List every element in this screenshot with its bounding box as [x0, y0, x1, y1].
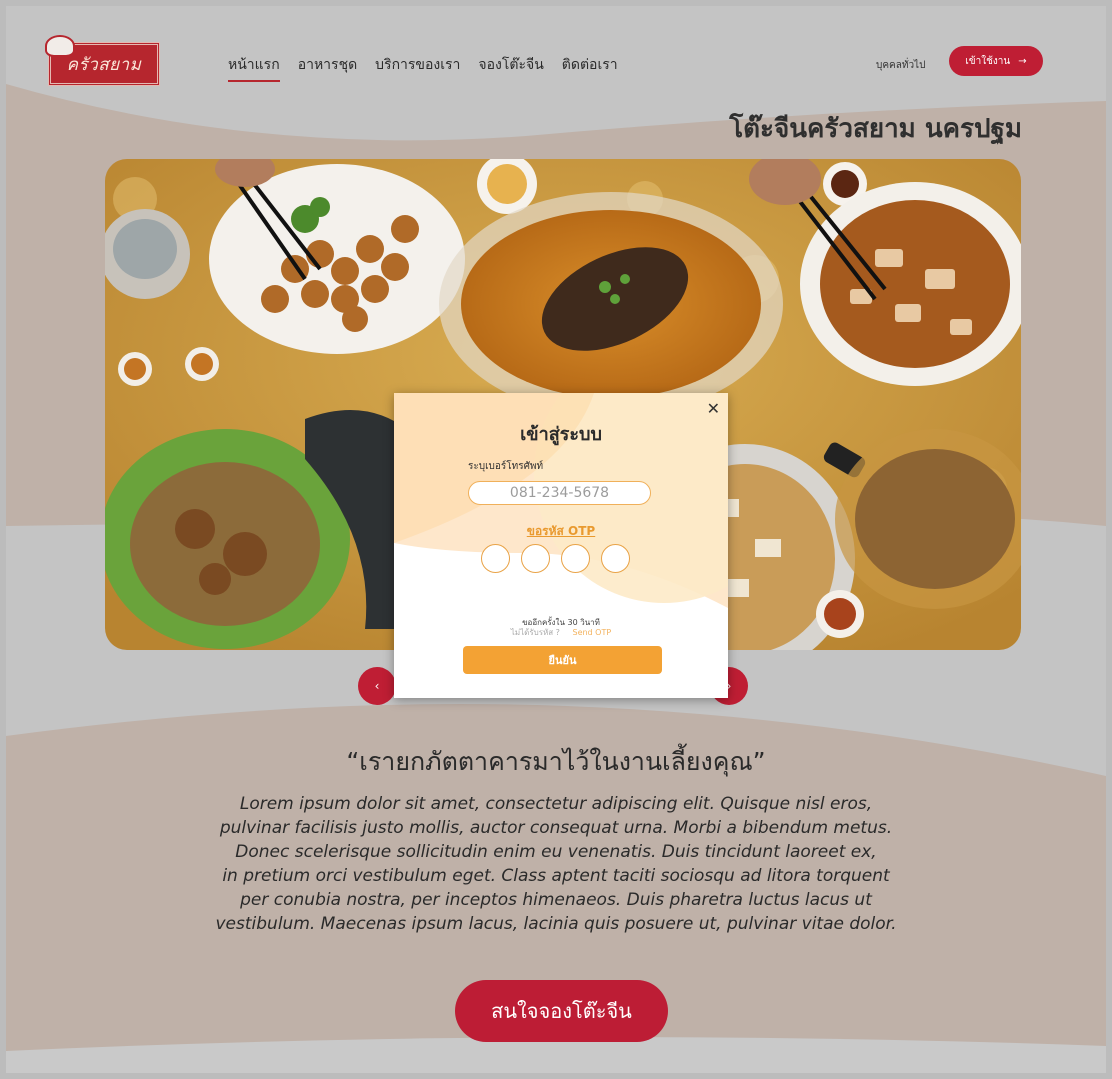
guest-link[interactable]: บุคคลทั่วไป — [876, 58, 925, 73]
login-modal: ✕ เข้าสู่ระบบ ระบุเบอร์โทรศัพท์ ขอรหัส O… — [394, 393, 728, 698]
nav-item-home[interactable]: หน้าแรก — [228, 54, 280, 82]
nav-item-services[interactable]: บริการของเรา — [375, 54, 460, 82]
otp-digit-4[interactable] — [601, 544, 630, 573]
intro-quote: “เรายกภัตตาคารมาไว้ในงานเลี้ยงคุณ” — [346, 747, 766, 776]
brand-logo[interactable]: ครัวสยาม — [45, 35, 160, 86]
nav-item-contact[interactable]: ติดต่อเรา — [562, 54, 618, 82]
phone-label: ระบุเบอร์โทรศัพท์ — [468, 461, 544, 472]
page-title: โต๊ะจีนครัวสยาม นครปฐม — [729, 114, 1022, 144]
chevron-left-icon: ‹ — [374, 679, 380, 693]
modal-title: เข้าสู่ระบบ — [520, 424, 602, 445]
intro-body: Lorem ipsum dolor sit amet, consectetur … — [206, 792, 906, 936]
login-button-label: เข้าใช้งาน — [965, 55, 1011, 67]
intro-body-line: Donec scelerisque sollicitudin enim eu v… — [235, 842, 877, 862]
intro-body-line: vestibulum. Maecenas ipsum lacus, lacini… — [215, 914, 897, 934]
otp-inputs — [481, 544, 630, 573]
arrow-right-icon: → — [1018, 55, 1027, 67]
send-otp-link[interactable]: Send OTP — [572, 628, 611, 637]
otp-digit-3[interactable] — [561, 544, 590, 573]
resend-row: ไม่ได้รับรหัส ? Send OTP — [394, 626, 728, 639]
phone-input[interactable] — [468, 481, 651, 505]
page-frame: ครัวสยาม หน้าแรก อาหารชุด บริการของเรา จ… — [6, 6, 1106, 1073]
login-button[interactable]: เข้าใช้งาน → — [949, 46, 1043, 76]
intro-body-line: pulvinar facilisis justo mollis, auctor … — [219, 818, 893, 838]
main-nav: หน้าแรก อาหารชุด บริการของเรา จองโต๊ะจีน… — [228, 54, 618, 82]
not-received-text: ไม่ได้รับรหัส ? — [510, 628, 560, 637]
nav-item-book-table[interactable]: จองโต๊ะจีน — [478, 54, 543, 82]
otp-digit-2[interactable] — [521, 544, 550, 573]
intro-body-line: Lorem ipsum dolor sit amet, consectetur … — [239, 794, 873, 814]
request-otp-link[interactable]: ขอรหัส OTP — [394, 522, 728, 541]
chef-hat-icon — [45, 35, 75, 57]
book-table-cta-button[interactable]: สนใจจองโต๊ะจีน — [455, 980, 668, 1042]
logo-text: ครัวสยาม — [66, 54, 142, 75]
carousel-prev-button[interactable]: ‹ — [358, 667, 396, 705]
close-icon[interactable]: ✕ — [707, 399, 720, 418]
nav-item-set-menu[interactable]: อาหารชุด — [298, 54, 357, 82]
intro-body-line: in pretium orci vestibulum eget. Class a… — [222, 866, 890, 886]
confirm-button[interactable]: ยืนยัน — [463, 646, 662, 674]
otp-digit-1[interactable] — [481, 544, 510, 573]
intro-body-line: per conubia nostra, per inceptos himenae… — [240, 890, 872, 910]
